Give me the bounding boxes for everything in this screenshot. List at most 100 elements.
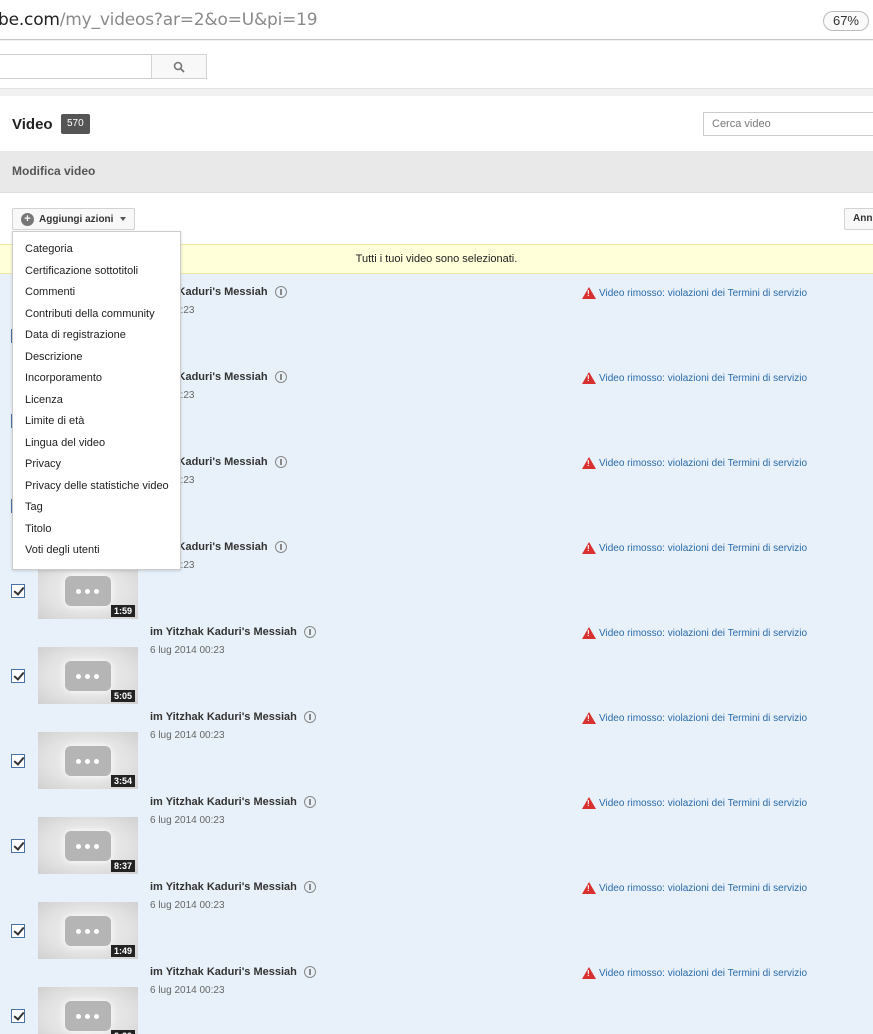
video-date: 6 lug 2014 00:23 bbox=[150, 985, 225, 996]
select-checkbox[interactable] bbox=[11, 924, 25, 938]
info-icon[interactable] bbox=[303, 966, 316, 978]
video-status-text: Video rimosso: violazioni dei Termini di… bbox=[599, 542, 808, 554]
video-thumbnail[interactable]: 8:37 bbox=[38, 817, 138, 874]
video-title[interactable]: im Yitzhak Kaduri's Messiah bbox=[150, 881, 316, 893]
site-search-button[interactable] bbox=[151, 54, 207, 79]
video-status[interactable]: Video rimosso: violazioni dei Termini di… bbox=[582, 882, 807, 894]
warning-icon bbox=[582, 627, 596, 639]
info-icon[interactable] bbox=[274, 456, 287, 468]
video-status[interactable]: Video rimosso: violazioni dei Termini di… bbox=[582, 542, 807, 554]
video-title[interactable]: im Yitzhak Kaduri's Messiah bbox=[150, 711, 316, 723]
menu-item[interactable]: Descrizione bbox=[13, 347, 180, 369]
video-date: 6 lug 2014 00:23 bbox=[150, 730, 225, 741]
video-title[interactable]: im Yitzhak Kaduri's Messiah bbox=[150, 796, 316, 808]
add-actions-button[interactable]: + Aggiungi azioni bbox=[12, 208, 136, 230]
menu-item[interactable]: Privacy bbox=[13, 454, 180, 476]
video-row[interactable]: 1:49 im Yitzhak Kaduri's Messiah 6 lug 201… bbox=[0, 869, 873, 959]
video-thumbnail[interactable]: 1:49 bbox=[38, 902, 138, 959]
video-row[interactable]: 3:54 im Yitzhak Kaduri's Messiah 6 lug 201… bbox=[0, 699, 873, 789]
warning-icon bbox=[582, 967, 596, 979]
select-checkbox[interactable] bbox=[11, 754, 25, 768]
zoom-indicator[interactable]: 67% bbox=[822, 11, 869, 31]
menu-item[interactable]: Certificazione sottotitoli bbox=[13, 261, 180, 283]
menu-item[interactable]: Limite di età bbox=[13, 411, 180, 433]
video-date: 6 lug 2014 00:23 bbox=[150, 900, 225, 911]
video-manager-header: Video 570 bbox=[0, 96, 873, 151]
select-checkbox[interactable] bbox=[11, 669, 25, 683]
video-status[interactable]: Video rimosso: violazioni dei Termini di… bbox=[582, 797, 807, 809]
video-status[interactable]: Video rimosso: violazioni dei Termini di… bbox=[582, 287, 807, 299]
info-icon[interactable] bbox=[274, 371, 287, 383]
video-status-text: Video rimosso: violazioni dei Termini di… bbox=[599, 797, 808, 809]
play-icon bbox=[65, 576, 111, 606]
play-icon bbox=[65, 1001, 111, 1031]
video-status[interactable]: Video rimosso: violazioni dei Termini di… bbox=[582, 372, 807, 384]
video-status-text: Video rimosso: violazioni dei Termini di… bbox=[599, 882, 808, 894]
video-status-text: Video rimosso: violazioni dei Termini di… bbox=[599, 712, 808, 724]
menu-item[interactable]: Tag bbox=[13, 497, 180, 519]
edit-bar: Modifica video bbox=[0, 151, 873, 193]
select-checkbox[interactable] bbox=[11, 839, 25, 853]
duration-badge: 2:20 bbox=[110, 1030, 135, 1034]
info-icon[interactable] bbox=[303, 881, 316, 893]
video-status[interactable]: Video rimosso: violazioni dei Termini di… bbox=[582, 627, 807, 639]
menu-item[interactable]: Licenza bbox=[13, 390, 180, 412]
video-thumbnail[interactable]: 5:05 bbox=[38, 647, 138, 704]
menu-item[interactable]: Contributi della community bbox=[13, 304, 180, 326]
video-thumbnail[interactable]: 1:59 bbox=[38, 562, 138, 619]
warning-icon bbox=[582, 287, 596, 299]
video-status-text: Video rimosso: violazioni dei Termini di… bbox=[599, 457, 808, 469]
menu-item[interactable]: Commenti bbox=[13, 282, 180, 304]
menu-item[interactable]: Privacy delle statistiche video bbox=[13, 476, 180, 498]
search-icon bbox=[173, 61, 185, 73]
info-icon[interactable] bbox=[274, 541, 287, 553]
menu-item[interactable]: Data di registrazione bbox=[13, 325, 180, 347]
warning-icon bbox=[582, 882, 596, 894]
play-icon bbox=[65, 831, 111, 861]
menu-item[interactable]: Incorporamento bbox=[13, 368, 180, 390]
info-icon[interactable] bbox=[303, 711, 316, 723]
video-title[interactable]: im Yitzhak Kaduri's Messiah bbox=[150, 966, 316, 978]
warning-icon bbox=[582, 712, 596, 724]
play-icon bbox=[65, 916, 111, 946]
video-status[interactable]: Video rimosso: violazioni dei Termini di… bbox=[582, 712, 807, 724]
warning-icon bbox=[582, 457, 596, 469]
video-row[interactable]: 5:05 im Yitzhak Kaduri's Messiah 6 lug 201… bbox=[0, 614, 873, 704]
video-thumbnail[interactable]: 3:54 bbox=[38, 732, 138, 789]
info-icon[interactable] bbox=[274, 286, 287, 298]
url-domain: be.com bbox=[0, 10, 60, 30]
video-title-text: im Yitzhak Kaduri's Messiah bbox=[150, 626, 297, 638]
actions-dropdown-menu: Categoria Certificazione sottotitoli Comme… bbox=[12, 231, 181, 570]
video-date: 6 lug 2014 00:23 bbox=[150, 815, 225, 826]
video-row[interactable]: 8:37 im Yitzhak Kaduri's Messiah 6 lug 201… bbox=[0, 784, 873, 874]
play-icon bbox=[65, 746, 111, 776]
video-thumbnail[interactable]: 2:20 bbox=[38, 987, 138, 1034]
search-videos-input[interactable] bbox=[703, 112, 873, 136]
edit-bar-title: Modifica video bbox=[12, 164, 96, 178]
url-path: /my_videos?ar=2&o=U&pi=19 bbox=[59, 10, 318, 30]
info-icon[interactable] bbox=[303, 796, 316, 808]
video-row[interactable]: 2:20 im Yitzhak Kaduri's Messiah 6 lug 201… bbox=[0, 954, 873, 1034]
video-status-text: Video rimosso: violazioni dei Termini di… bbox=[599, 967, 808, 979]
cancel-button[interactable]: Annu bbox=[844, 208, 873, 230]
video-title[interactable]: im Yitzhak Kaduri's Messiah bbox=[150, 626, 316, 638]
video-count-badge: 570 bbox=[61, 114, 90, 134]
warning-icon bbox=[582, 542, 596, 554]
url-text[interactable]: be.com/my_videos?ar=2&o=U&pi=19 bbox=[0, 10, 318, 30]
warning-icon bbox=[582, 797, 596, 809]
menu-item[interactable]: Categoria bbox=[13, 239, 180, 261]
video-status[interactable]: Video rimosso: violazioni dei Termini di… bbox=[582, 967, 807, 979]
plus-icon: + bbox=[21, 212, 34, 226]
masthead bbox=[0, 41, 873, 89]
address-bar[interactable]: be.com/my_videos?ar=2&o=U&pi=19 67% bbox=[0, 0, 873, 40]
info-icon[interactable] bbox=[303, 626, 316, 638]
site-search-input[interactable] bbox=[0, 54, 152, 79]
select-checkbox[interactable] bbox=[11, 1009, 25, 1023]
video-title-text: im Yitzhak Kaduri's Messiah bbox=[150, 796, 297, 808]
video-title-text: im Yitzhak Kaduri's Messiah bbox=[150, 966, 297, 978]
menu-item[interactable]: Voti degli utenti bbox=[13, 540, 180, 562]
menu-item[interactable]: Lingua del video bbox=[13, 433, 180, 455]
select-checkbox[interactable] bbox=[11, 584, 25, 598]
video-status[interactable]: Video rimosso: violazioni dei Termini di… bbox=[582, 457, 807, 469]
menu-item[interactable]: Titolo bbox=[13, 519, 180, 541]
